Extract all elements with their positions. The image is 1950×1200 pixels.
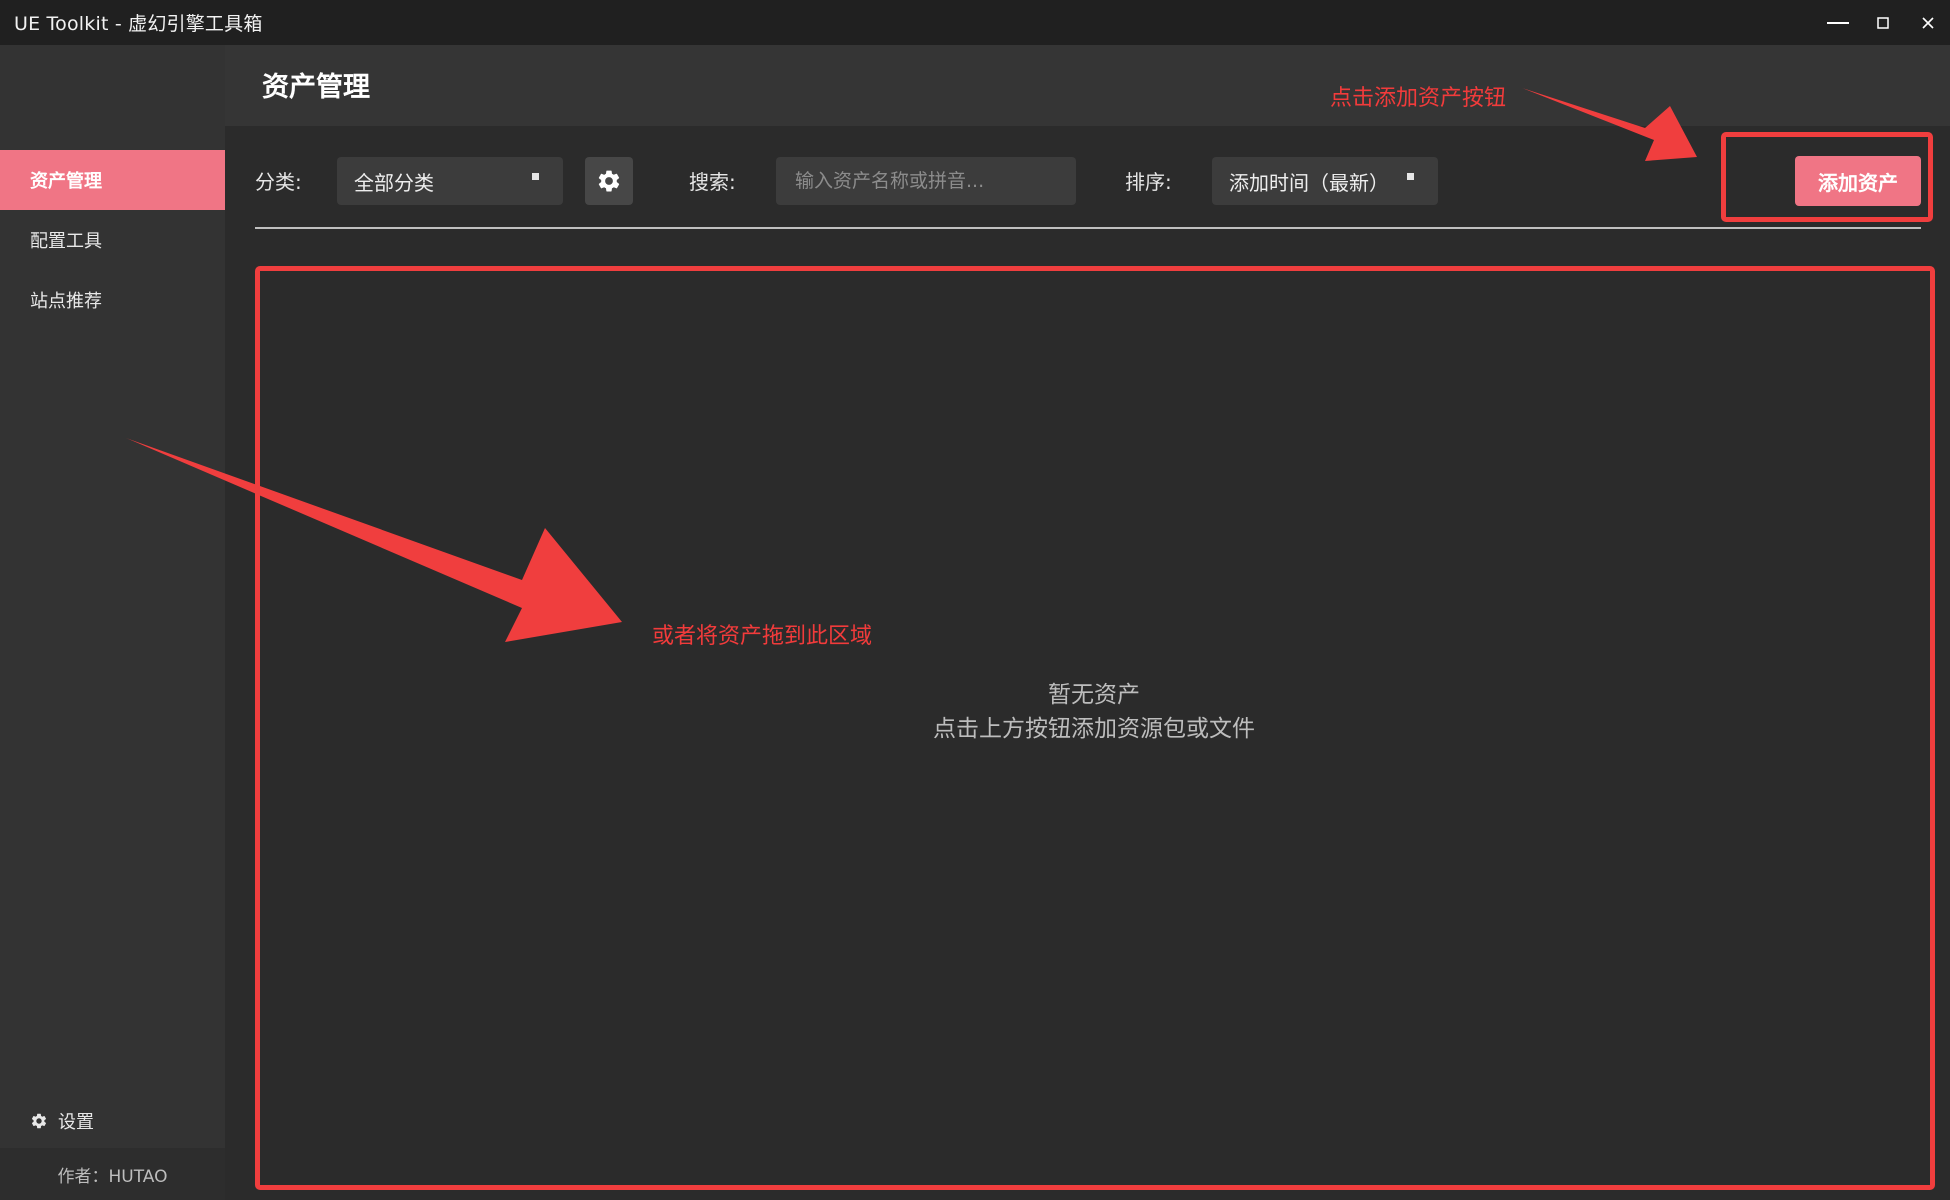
sidebar-item-label: 资产管理: [30, 171, 102, 192]
sidebar-settings-label: 设置: [58, 1112, 94, 1133]
sidebar-item-label: 站点推荐: [30, 291, 102, 312]
dropdown-indicator-icon: [532, 173, 539, 180]
minimize-icon: [1826, 21, 1849, 24]
sidebar-item-asset-management[interactable]: 资产管理: [0, 150, 225, 210]
minimize-button[interactable]: [1815, 0, 1860, 45]
author-credit: 作者：HUTAO: [0, 1148, 225, 1200]
sidebar-settings-button[interactable]: 设置: [30, 1105, 94, 1137]
sort-select-value: 添加时间（最新）: [1229, 170, 1389, 195]
app-window: UE Toolkit - 虚幻引擎工具箱 资产管理 配置工具 站点推荐 设置 作…: [0, 0, 1950, 1200]
window-title: UE Toolkit - 虚幻引擎工具箱: [14, 13, 263, 35]
category-settings-button[interactable]: [585, 157, 633, 205]
annotation-highlight-drop-zone: [255, 266, 1935, 1190]
category-select[interactable]: 全部分类: [337, 157, 563, 205]
window-controls: [1815, 0, 1950, 45]
search-input[interactable]: [776, 157, 1076, 205]
sidebar-item-site-recommend[interactable]: 站点推荐: [0, 270, 225, 330]
toolbar-divider: [255, 227, 1921, 229]
sidebar-item-label: 配置工具: [30, 231, 102, 252]
search-label: 搜索:: [689, 170, 736, 194]
sidebar: 资产管理 配置工具 站点推荐 设置 作者：HUTAO: [0, 45, 225, 1200]
page-title: 资产管理: [262, 72, 370, 103]
sort-label: 排序:: [1125, 170, 1172, 194]
gear-icon: [598, 170, 620, 192]
annotation-drop-hint: 或者将资产拖到此区域: [652, 624, 873, 649]
close-button[interactable]: [1905, 0, 1950, 45]
gear-icon: [30, 1112, 48, 1130]
sidebar-item-config-tools[interactable]: 配置工具: [0, 210, 225, 270]
category-label: 分类:: [255, 170, 302, 194]
maximize-icon: [1876, 16, 1889, 29]
close-icon: [1921, 16, 1934, 29]
page-header: 资产管理: [225, 45, 1950, 126]
maximize-button[interactable]: [1860, 0, 1905, 45]
dropdown-indicator-icon: [1407, 173, 1414, 180]
category-select-value: 全部分类: [354, 170, 434, 195]
toolbar: 分类: 全部分类 搜索: 排序: 添加时间（最新） 添加资产: [225, 126, 1950, 230]
annotation-highlight-add-button: [1721, 132, 1933, 222]
sort-select[interactable]: 添加时间（最新）: [1212, 157, 1438, 205]
annotation-add-button-hint: 点击添加资产按钮: [1330, 86, 1507, 111]
title-bar: UE Toolkit - 虚幻引擎工具箱: [0, 0, 1950, 45]
